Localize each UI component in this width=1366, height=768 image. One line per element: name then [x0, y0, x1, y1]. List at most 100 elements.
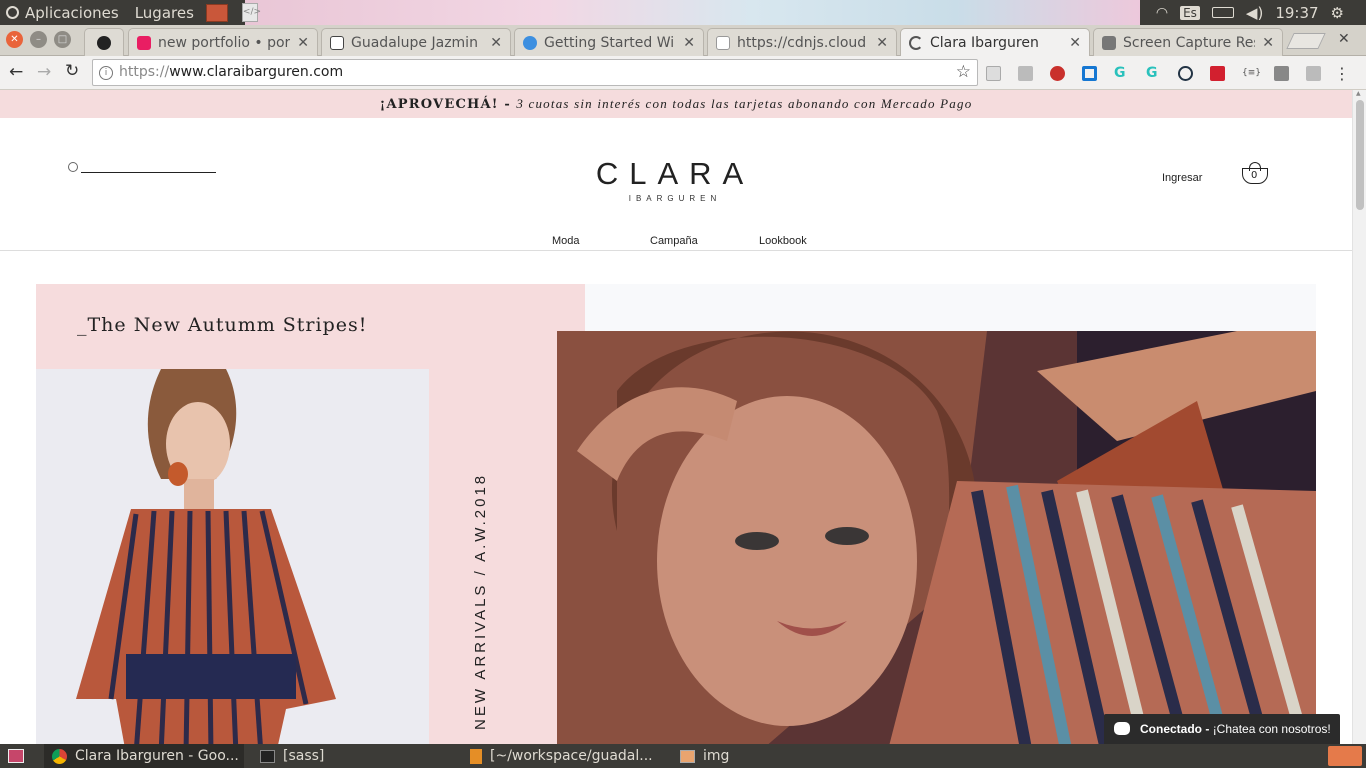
search-icon[interactable]: [68, 162, 78, 172]
cart-button[interactable]: 0: [1242, 162, 1268, 184]
extensions-area: G G {≡} ⋮: [986, 64, 1350, 83]
tab-getting-started[interactable]: Getting Started Wi ✕: [514, 28, 704, 56]
tab-favicon: [523, 35, 537, 50]
power-gear-icon[interactable]: ⚙: [1331, 4, 1344, 22]
chat-text: ¡Chatea con nosotros!: [1212, 722, 1331, 736]
screenshot-camera-icon[interactable]: [1274, 66, 1289, 81]
url-scheme: https://: [119, 64, 170, 80]
chat-widget[interactable]: Conectado - ¡Chatea con nosotros!: [1104, 714, 1340, 744]
taskbar-item-label: [sass]: [283, 748, 325, 764]
hero-light-panel: [585, 284, 1316, 331]
extension-square-icon[interactable]: [1082, 66, 1097, 81]
login-link[interactable]: Ingresar: [1162, 172, 1202, 184]
chrome-user-close-icon[interactable]: ✕: [1338, 31, 1350, 47]
folder-icon: [680, 749, 695, 763]
back-arrow-icon[interactable]: ←: [9, 62, 23, 82]
extension-flow-icon[interactable]: [1306, 66, 1321, 81]
applications-menu[interactable]: Aplicaciones: [25, 4, 119, 22]
promo-text: 3 cuotas sin interés con todas las tarje…: [516, 96, 973, 111]
tab-cdnjs[interactable]: https://cdnjs.cloud ✕: [707, 28, 897, 56]
tab-favicon: [330, 35, 344, 50]
battery-icon[interactable]: [1211, 7, 1234, 18]
nav-item-campana[interactable]: Campaña: [650, 235, 698, 247]
tab-close-icon[interactable]: ✕: [1069, 35, 1081, 51]
logo-main-text: CLARA: [595, 156, 755, 191]
scroll-up-arrow-icon[interactable]: ▲: [1356, 90, 1361, 97]
clock[interactable]: 19:37: [1275, 4, 1318, 22]
taskbar-item-file-manager[interactable]: img: [680, 744, 870, 768]
taskbar-item-chrome[interactable]: Clara Ibarguren - Goo...: [44, 744, 244, 768]
promo-strong: ¡APROVECHÁ! -: [379, 97, 512, 112]
ubuntu-icon[interactable]: [6, 6, 19, 19]
tab-clara-ibarguren[interactable]: Clara Ibarguren ✕: [900, 28, 1090, 56]
tab-close-icon[interactable]: ✕: [683, 35, 695, 51]
search-input[interactable]: [81, 158, 216, 173]
tab-title: Getting Started Wi: [544, 34, 675, 51]
tab-title: Guadalupe Jazmin: [351, 34, 478, 51]
page-scrollbar[interactable]: ▲: [1352, 90, 1366, 744]
volume-icon[interactable]: ◀): [1246, 4, 1263, 22]
page-viewport: ¡APROVECHÁ! - 3 cuotas sin interés con t…: [0, 90, 1352, 744]
grammarly-icon[interactable]: G: [1114, 66, 1129, 81]
site-logo[interactable]: CLARA IBARGUREN: [560, 156, 790, 203]
tab-title: Clara Ibarguren: [930, 34, 1039, 51]
grammarly-icon-2[interactable]: G: [1146, 66, 1161, 81]
nav-item-moda[interactable]: Moda: [552, 235, 580, 247]
tab-close-icon[interactable]: ✕: [1262, 35, 1274, 51]
tab-favicon: [716, 35, 730, 50]
tab-guadalupe-jazmin[interactable]: Guadalupe Jazmin ✕: [321, 28, 511, 56]
keyboard-layout-indicator[interactable]: Es: [1180, 5, 1200, 20]
new-tab-button[interactable]: [1286, 33, 1326, 49]
system-taskbar: Clara Ibarguren - Goo... [sass] [~/works…: [0, 744, 1366, 768]
places-menu[interactable]: Lugares: [135, 4, 194, 22]
bookmark-star-icon[interactable]: ☆: [956, 60, 971, 85]
tab-title: Screen Capture Res: [1123, 34, 1256, 51]
extension-sync-icon[interactable]: [1018, 66, 1033, 81]
wifi-icon[interactable]: ◠: [1156, 5, 1168, 21]
workspace-switcher-icon[interactable]: [1328, 746, 1362, 766]
adblock-icon[interactable]: [1050, 66, 1065, 81]
hero-model-photo-small[interactable]: [36, 369, 429, 744]
extension-s-icon[interactable]: [1178, 66, 1193, 81]
taskbar-item-editor[interactable]: [~/workspace/guadal...: [470, 744, 660, 768]
promo-banner: ¡APROVECHÁ! - 3 cuotas sin interés con t…: [0, 90, 1352, 118]
window-minimize-button[interactable]: –: [30, 31, 47, 48]
new-arrivals-vertical-text: NEW ARRIVALS / A.W.2018: [472, 472, 489, 730]
loading-spinner-icon: [909, 35, 923, 50]
sublime-icon: [470, 748, 482, 764]
address-bar[interactable]: i https://www.claraibarguren.com ☆: [92, 59, 978, 86]
scrollbar-thumb[interactable]: [1356, 100, 1364, 210]
forward-arrow-icon[interactable]: →: [37, 62, 51, 82]
info-icon[interactable]: i: [99, 66, 113, 80]
taskbar-item-terminal[interactable]: [sass]: [260, 744, 450, 768]
tab-title: https://cdnjs.cloud: [737, 34, 867, 51]
tab-close-icon[interactable]: ✕: [876, 35, 888, 51]
tab-close-icon[interactable]: ✕: [297, 35, 309, 51]
tab-screen-capture[interactable]: Screen Capture Res ✕: [1093, 28, 1283, 56]
launcher-image-icon[interactable]: [205, 3, 228, 22]
taskbar-item-label: Clara Ibarguren - Goo...: [75, 748, 239, 764]
show-desktop-icon[interactable]: [8, 749, 24, 763]
url-host: www.claraibarguren.com: [169, 64, 344, 80]
hero-headline: _The New Autumm Stripes!: [77, 314, 368, 336]
pinned-tab-spotify[interactable]: [84, 28, 124, 56]
tab-new-portfolio[interactable]: new portfolio • por ✕: [128, 28, 318, 56]
browser-toolbar: ← → ↻ i https://www.claraibarguren.com ☆…: [0, 56, 1366, 90]
chat-status: Conectado -: [1140, 722, 1210, 736]
json-icon[interactable]: {≡}: [1242, 66, 1261, 81]
browser-tab-strip: ✕ – □ new portfolio • por ✕ Guadalupe Ja…: [0, 25, 1366, 56]
cors-icon[interactable]: [1210, 66, 1225, 81]
site-header: CLARA IBARGUREN Ingresar 0 Moda Campaña …: [0, 118, 1352, 251]
system-top-panel: Aplicaciones Lugares </> ◠ Es ◀) 19:37 ⚙: [0, 0, 1366, 25]
nav-item-lookbook[interactable]: Lookbook: [759, 235, 807, 247]
extension-grid-icon[interactable]: [986, 66, 1001, 81]
spotify-icon: [97, 35, 111, 50]
tab-close-icon[interactable]: ✕: [490, 35, 502, 51]
launcher-code-icon[interactable]: </>: [241, 3, 261, 22]
hero-model-photo-large[interactable]: [557, 331, 1316, 744]
window-close-button[interactable]: ✕: [6, 31, 23, 48]
tab-favicon: [137, 35, 151, 50]
menu-kebab-icon[interactable]: ⋮: [1334, 64, 1350, 83]
reload-icon[interactable]: ↻: [65, 61, 79, 81]
window-maximize-button[interactable]: □: [54, 31, 71, 48]
